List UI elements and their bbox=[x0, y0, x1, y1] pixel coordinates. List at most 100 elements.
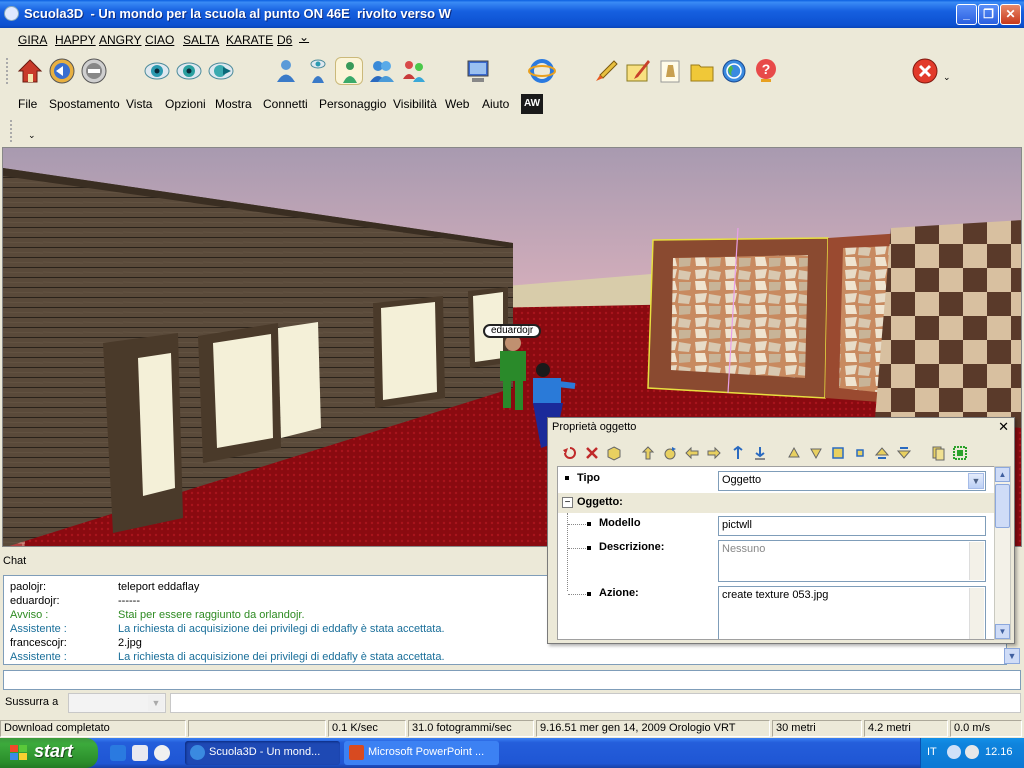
bullet-icon bbox=[587, 522, 591, 526]
cube-icon[interactable] bbox=[606, 445, 622, 461]
toolbar-grip[interactable] bbox=[6, 58, 10, 84]
status-velocity: 0.0 m/s bbox=[950, 720, 1022, 737]
properties-scrollbar[interactable]: ▲ ▼ bbox=[994, 466, 1011, 640]
note-icon[interactable] bbox=[656, 57, 684, 85]
globe-icon[interactable] bbox=[720, 57, 748, 85]
toolbar-overflow-icon[interactable]: ⌄ bbox=[943, 72, 951, 83]
field-scrollbar[interactable] bbox=[969, 588, 984, 639]
tree-branch bbox=[568, 524, 586, 525]
move-up-icon[interactable] bbox=[640, 445, 656, 461]
desktop-quicklaunch-icon[interactable] bbox=[132, 745, 148, 761]
spin-right-icon[interactable] bbox=[896, 445, 912, 461]
chat-author: paolojr: bbox=[10, 581, 47, 593]
aw-logo[interactable]: AW bbox=[521, 94, 543, 114]
select-all-icon[interactable] bbox=[952, 445, 968, 461]
delete-icon[interactable] bbox=[584, 445, 600, 461]
help-icon[interactable]: ? bbox=[752, 57, 780, 85]
maximize-button[interactable]: ❐ bbox=[978, 4, 999, 25]
grow-icon[interactable] bbox=[830, 445, 846, 461]
gestures-more-icon[interactable]: ⌄ bbox=[299, 30, 309, 44]
start-button[interactable]: start bbox=[0, 738, 98, 768]
language-indicator[interactable]: IT bbox=[927, 746, 937, 758]
computer-icon[interactable] bbox=[464, 57, 492, 85]
field-scrollbar[interactable] bbox=[969, 542, 984, 580]
scroll-up-icon[interactable]: ▲ bbox=[995, 467, 1010, 482]
menu-connetti[interactable]: Connetti bbox=[263, 97, 308, 111]
move-left-icon[interactable] bbox=[684, 445, 700, 461]
tray-network-icon[interactable] bbox=[965, 745, 979, 759]
browser-icon[interactable] bbox=[528, 57, 556, 85]
menu-visibilita[interactable]: Visibilità bbox=[393, 97, 437, 111]
gesture-gira[interactable]: GIRA bbox=[18, 33, 47, 47]
whisper-recipient-select[interactable]: ▼ bbox=[68, 693, 166, 713]
toolbar-overflow-icon[interactable]: ⌄ bbox=[28, 130, 36, 141]
folder-icon[interactable] bbox=[688, 57, 716, 85]
gesture-salta[interactable]: SALTA bbox=[183, 33, 219, 47]
title-bar[interactable]: Scuola3D - Un mondo per la scuola al pun… bbox=[0, 0, 1024, 28]
whisper-input[interactable] bbox=[170, 693, 1021, 713]
copy-icon[interactable] bbox=[930, 445, 946, 461]
back-icon[interactable] bbox=[48, 57, 76, 85]
collapse-icon[interactable]: − bbox=[562, 497, 573, 508]
scroll-thumb[interactable] bbox=[995, 484, 1010, 528]
menu-mostra[interactable]: Mostra bbox=[215, 97, 252, 111]
spin-left-icon[interactable] bbox=[874, 445, 890, 461]
home-icon[interactable] bbox=[16, 57, 44, 85]
contacts-icon[interactable] bbox=[368, 57, 396, 85]
gesture-happy[interactable]: HAPPY bbox=[55, 33, 96, 47]
property-row-descrizione: Descrizione: Nessuno bbox=[558, 537, 996, 583]
avatar-icon[interactable] bbox=[272, 57, 300, 85]
menu-opzioni[interactable]: Opzioni bbox=[165, 97, 206, 111]
menu-vista[interactable]: Vista bbox=[126, 97, 152, 111]
person-selected-icon[interactable] bbox=[335, 57, 363, 85]
menu-file[interactable]: File bbox=[18, 97, 37, 111]
azione-field[interactable]: create texture 053.jpg bbox=[718, 586, 986, 639]
snap-icon[interactable] bbox=[730, 445, 746, 461]
tipo-select[interactable]: Oggetto ▼ bbox=[718, 471, 986, 491]
tilt-back-icon[interactable] bbox=[808, 445, 824, 461]
eye-second-icon[interactable] bbox=[175, 57, 203, 85]
chat-scroll-down-icon[interactable]: ▼ bbox=[1004, 648, 1020, 664]
tilt-icon[interactable] bbox=[786, 445, 802, 461]
toolbar-grip[interactable] bbox=[10, 120, 14, 142]
media-quicklaunch-icon[interactable] bbox=[154, 745, 170, 761]
clock[interactable]: 12.16 bbox=[985, 746, 1013, 758]
task-scuola3d[interactable]: Scuola3D - Un mond... bbox=[185, 741, 340, 765]
menu-personaggio[interactable]: Personaggio bbox=[319, 97, 386, 111]
person-eye-icon[interactable] bbox=[304, 57, 332, 85]
forward-icon[interactable] bbox=[80, 57, 108, 85]
gesture-d6[interactable]: D6 bbox=[277, 33, 292, 47]
property-row-modello: Modello pictwll bbox=[558, 513, 996, 537]
property-group-oggetto: − Oggetto: bbox=[558, 493, 996, 513]
gesture-karate[interactable]: KARATE bbox=[226, 33, 273, 47]
scuola3d-icon bbox=[190, 745, 205, 760]
modello-field[interactable]: pictwll bbox=[718, 516, 986, 536]
tray-back-icon[interactable] bbox=[947, 745, 961, 759]
chevron-down-icon[interactable]: ▼ bbox=[968, 473, 984, 489]
rotate-icon[interactable] bbox=[662, 445, 678, 461]
close-button[interactable]: ✕ bbox=[1000, 4, 1021, 25]
group-icon[interactable] bbox=[400, 57, 428, 85]
chat-input[interactable] bbox=[3, 670, 1021, 690]
chevron-down-icon[interactable]: ▼ bbox=[148, 695, 164, 711]
menu-spostamento[interactable]: Spostamento bbox=[49, 97, 120, 111]
gesture-angry[interactable]: ANGRY bbox=[99, 33, 141, 47]
undo-icon[interactable] bbox=[562, 445, 578, 461]
pen-icon[interactable] bbox=[624, 57, 652, 85]
ground-icon[interactable] bbox=[752, 445, 768, 461]
descrizione-field[interactable]: Nessuno bbox=[718, 540, 986, 582]
menu-aiuto[interactable]: Aiuto bbox=[482, 97, 509, 111]
task-powerpoint[interactable]: Microsoft PowerPoint ... bbox=[344, 741, 499, 765]
eye-first-icon[interactable] bbox=[143, 57, 171, 85]
scroll-down-icon[interactable]: ▼ bbox=[995, 624, 1010, 639]
move-right-icon[interactable] bbox=[706, 445, 722, 461]
ie-quicklaunch-icon[interactable] bbox=[110, 745, 126, 761]
eye-third-icon[interactable] bbox=[207, 57, 235, 85]
shrink-icon[interactable] bbox=[852, 445, 868, 461]
gesture-ciao[interactable]: CIAO bbox=[145, 33, 174, 47]
menu-web[interactable]: Web bbox=[445, 97, 469, 111]
stop-icon[interactable] bbox=[911, 57, 939, 85]
dialog-close-button[interactable]: ✕ bbox=[998, 419, 1009, 435]
rocket-icon[interactable] bbox=[592, 57, 620, 85]
minimize-button[interactable]: _ bbox=[956, 4, 977, 25]
